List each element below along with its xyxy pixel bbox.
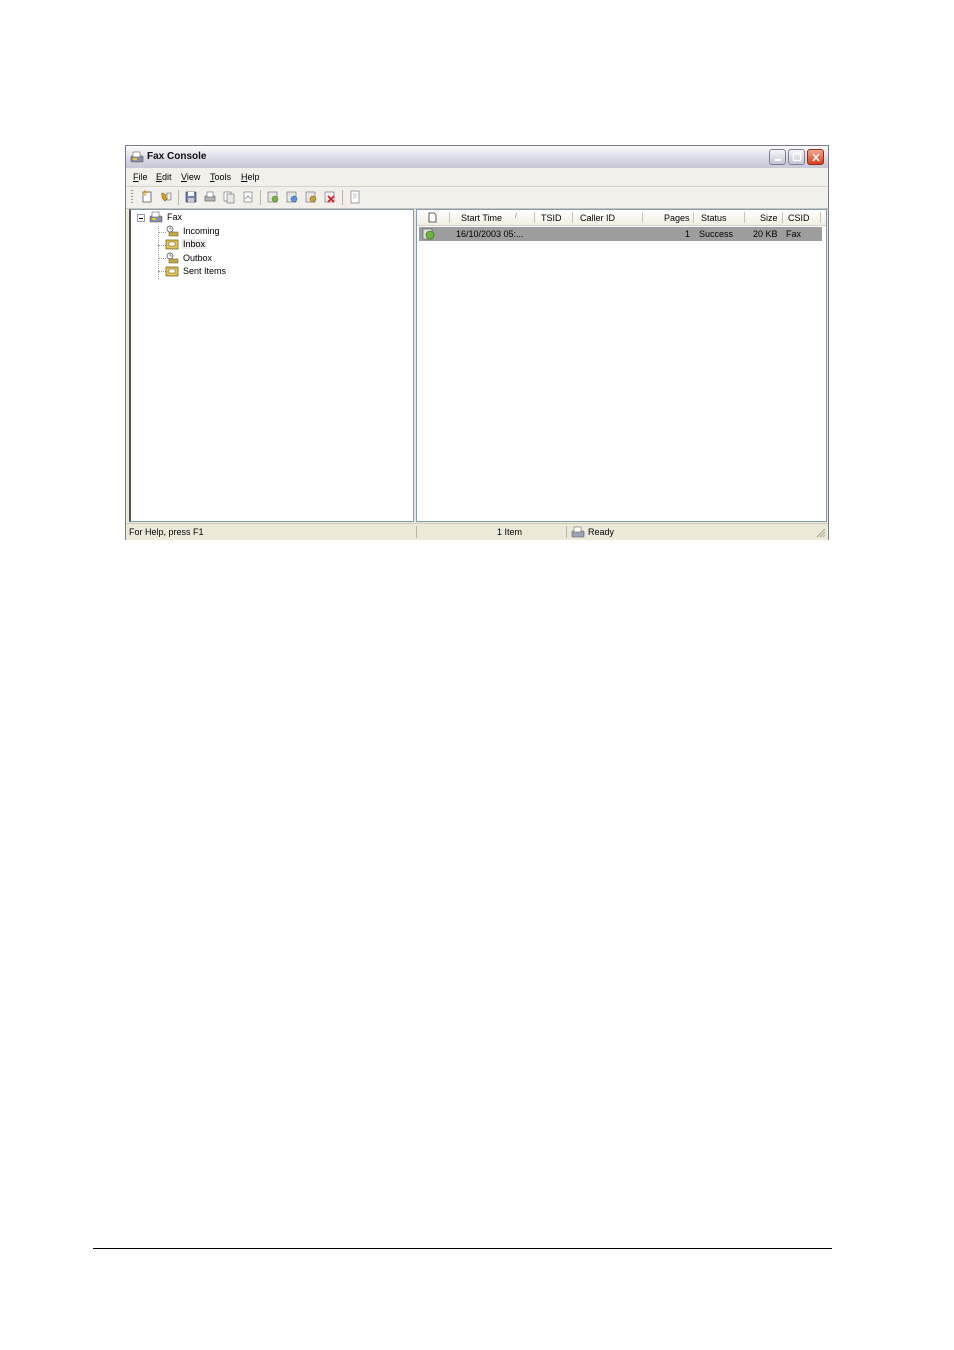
column-pages[interactable]: Pages: [664, 213, 690, 223]
document-icon[interactable]: [428, 212, 437, 223]
table-row[interactable]: 16/10/2003 05:... 1 Success 20 KB Fax: [419, 227, 822, 241]
status-state: Ready: [588, 527, 615, 537]
sort-indicator: /: [515, 213, 517, 220]
close-button[interactable]: [807, 149, 824, 165]
print-icon[interactable]: [203, 190, 217, 204]
menu-view[interactable]: View: [181, 172, 200, 182]
column-tsid[interactable]: TSID: [541, 213, 562, 223]
menu-help-label: elp: [247, 172, 260, 182]
toolbar-grip[interactable]: [131, 190, 133, 205]
save-icon[interactable]: [184, 190, 198, 204]
folder-tree[interactable]: Fax Incoming Inbox Outbox Sent Items: [129, 209, 414, 522]
tree-item-fax[interactable]: Fax: [131, 211, 221, 224]
menu-help[interactable]: Help: [241, 172, 260, 182]
cell-pages: 1: [685, 229, 691, 239]
cell-start-time: 16/10/2003 05:...: [456, 229, 524, 239]
receive-fax-icon[interactable]: [159, 190, 173, 204]
fax-console-window: Fax Console File Edit View Tools Help Fa…: [125, 145, 829, 540]
properties-icon[interactable]: [348, 190, 362, 204]
delete-icon[interactable]: [323, 190, 337, 204]
tree-item-incoming[interactable]: Incoming: [165, 225, 255, 238]
column-separator[interactable]: [534, 212, 535, 223]
fax-icon: [149, 211, 163, 223]
fax-received-icon: [422, 228, 435, 240]
tree-item-outbox[interactable]: Outbox: [165, 252, 255, 265]
column-separator[interactable]: [820, 212, 821, 223]
minimize-button[interactable]: [769, 149, 786, 165]
minimize-icon: [775, 159, 781, 161]
menu-file[interactable]: File: [133, 172, 148, 182]
menu-edit[interactable]: Edit: [156, 172, 172, 182]
inbox-icon: [165, 239, 179, 250]
tree-item-label: Sent Items: [183, 266, 227, 276]
close-icon: [812, 153, 820, 162]
copy-icon[interactable]: [222, 190, 236, 204]
tree-item-label: Inbox: [181, 239, 208, 249]
incoming-icon: [166, 225, 179, 237]
menu-tools[interactable]: Tools: [210, 172, 231, 182]
status-separator: [416, 526, 417, 538]
column-separator[interactable]: [449, 212, 450, 223]
column-separator[interactable]: [572, 212, 573, 223]
column-caller-id[interactable]: Caller ID: [580, 213, 615, 223]
status-item-count: 1 Item: [497, 527, 523, 537]
tree-item-label: Outbox: [183, 253, 213, 263]
cell-size: 20 KB: [753, 229, 778, 239]
fax-icon: [130, 151, 144, 163]
column-separator[interactable]: [642, 212, 643, 223]
toolbar-separator: [342, 190, 343, 205]
tree-item-label: Incoming: [183, 226, 220, 236]
menu-view-label: iew: [186, 172, 201, 182]
column-separator[interactable]: [693, 212, 694, 223]
sent-items-icon: [165, 266, 179, 277]
new-fax-icon[interactable]: [140, 190, 154, 204]
maximize-button[interactable]: [788, 149, 805, 165]
menu-bar: File Edit View Tools Help: [126, 168, 828, 187]
toolbar-separator: [260, 190, 261, 205]
list-header: Start Time / TSID Caller ID Pages Status…: [417, 210, 826, 226]
cell-status: Success: [699, 229, 734, 239]
status-help-text: For Help, press F1: [129, 527, 204, 537]
column-size[interactable]: Size: [760, 213, 778, 223]
menu-tools-label: ools: [214, 172, 232, 182]
column-status[interactable]: Status: [701, 213, 727, 223]
view-icon[interactable]: [266, 190, 280, 204]
fax-list[interactable]: Start Time / TSID Caller ID Pages Status…: [416, 209, 827, 522]
pause-icon[interactable]: [285, 190, 299, 204]
resume-icon[interactable]: [304, 190, 318, 204]
tree-item-inbox[interactable]: Inbox: [165, 238, 255, 251]
outbox-icon: [166, 252, 179, 264]
tree-item-label: Fax: [167, 212, 183, 222]
cell-csid: Fax: [786, 229, 802, 239]
title-bar[interactable]: Fax Console: [126, 146, 828, 169]
status-bar: For Help, press F1 1 Item Ready: [126, 523, 828, 540]
column-start-time[interactable]: Start Time: [461, 213, 502, 223]
column-separator[interactable]: [782, 212, 783, 223]
status-separator: [566, 526, 567, 538]
menu-file-label: ile: [138, 172, 148, 182]
resize-grip-icon[interactable]: [815, 527, 826, 538]
column-csid[interactable]: CSID: [788, 213, 810, 223]
mail-icon[interactable]: [241, 190, 255, 204]
toolbar-separator: [178, 190, 179, 205]
window-title: Fax Console: [147, 151, 207, 162]
tree-item-sent-items[interactable]: Sent Items: [165, 265, 255, 278]
collapse-icon[interactable]: [137, 214, 145, 222]
maximize-icon: [792, 152, 802, 162]
page-divider-line: [93, 1248, 832, 1249]
menu-edit-label: dit: [162, 172, 172, 182]
fax-device-icon: [571, 526, 585, 538]
column-separator[interactable]: [744, 212, 745, 223]
toolbar: [126, 187, 828, 209]
